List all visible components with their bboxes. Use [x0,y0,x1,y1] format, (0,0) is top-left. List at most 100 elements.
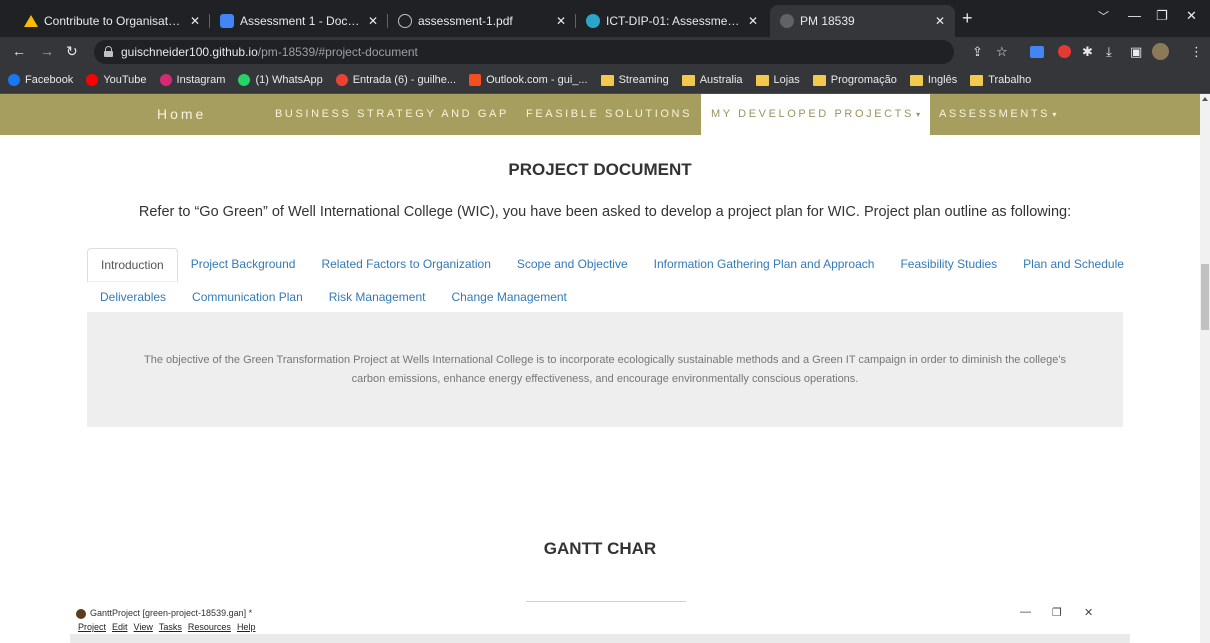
site-icon [586,14,600,28]
avatar[interactable] [1152,43,1169,60]
tab-information-gathering-plan-and-approach[interactable]: Information Gathering Plan and Approach [641,248,888,280]
bookmark-item[interactable]: YouTube [86,74,147,86]
nav-my-developed-projects[interactable]: MY DEVELOPED PROJECTS ▾ [701,94,931,135]
bookmark-item[interactable]: Progromação [812,74,897,86]
minimize-icon[interactable]: — [1128,8,1141,23]
bookmark-item[interactable]: Entrada (6) - guilhe... [335,74,456,86]
gantt-menu-item: Project [78,622,106,632]
tab-feasibility-studies[interactable]: Feasibility Studies [887,248,1010,280]
browser-tab-4[interactable]: ICT-DIP-01: Assessment Templat ✕ [576,5,768,37]
nav-assessments[interactable]: ASSESSMENTS ▾ [939,94,1056,135]
instagram-icon [159,74,172,86]
folder-icon [681,74,695,86]
tab-risk-management[interactable]: Risk Management [316,281,439,313]
github-icon [780,14,794,28]
restore-icon: ❐ [1052,607,1062,619]
bookmark-label: Instagram [176,74,226,86]
bookmark-label: Inglês [927,74,958,86]
whatsapp-icon [238,74,251,86]
translate-extension-icon[interactable] [1030,46,1044,58]
nav-home[interactable]: Home [157,94,206,135]
browser-tab-3[interactable]: assessment-1.pdf ✕ [388,5,576,37]
share-icon[interactable]: ⇪ [972,44,983,60]
caret-down-icon: ▾ [1050,110,1057,119]
nav-label: ASSESSMENTS [939,108,1051,120]
close-icon: ✕ [1084,607,1094,619]
browser-tab-title: PM 18539 [800,14,855,28]
intro-paragraph: Refer to “Go Green” of Well Internationa… [138,204,1072,220]
tabs-row-1: Introduction Project Background Related Fa… [87,248,1137,282]
browser-tab-1[interactable]: Contribute to Organisational Pri ✕ [14,5,210,37]
nav-business-strategy[interactable]: BUSINESS STRATEGY AND GAP [275,94,509,135]
close-icon[interactable]: ✕ [748,14,758,28]
folder-icon [755,74,769,86]
back-arrow-icon[interactable]: ← [12,43,26,59]
address-bar[interactable]: guischneider100.github.io/pm-18539/#proj… [94,40,954,64]
gantt-menu-item: Resources [188,622,231,632]
bookmark-label: Facebook [25,74,74,86]
caret-down-icon: ▾ [913,110,921,119]
side-panel-icon[interactable]: ▣ [1130,44,1142,60]
scrollbar-thumb[interactable] [1201,264,1209,330]
bookmark-item[interactable]: Streaming [600,74,669,86]
close-window-icon[interactable]: ✕ [1186,8,1197,24]
bookmark-label: Australia [699,74,743,86]
gantt-menu-bar: Project Edit View Tasks Resources Help [78,622,261,632]
extensions-puzzle-icon[interactable]: ✱ [1082,44,1093,60]
adblock-extension-icon[interactable] [1058,45,1071,58]
browser-tab-2[interactable]: Assessment 1 - Documentos Go ✕ [210,5,388,37]
bookmarks-bar: Facebook YouTube Instagram (1) WhatsApp Entr… [0,67,1210,94]
page-scrollbar[interactable] [1200,94,1210,643]
tab-communication-plan[interactable]: Communication Plan [179,281,316,313]
gantt-menu-item: Help [237,622,256,632]
tab-introduction[interactable]: Introduction [87,248,178,282]
bookmark-item[interactable]: Facebook [8,74,73,86]
close-icon[interactable]: ✕ [556,14,566,28]
chevron-down-icon[interactable]: ﹀ [1098,8,1109,24]
bookmark-item[interactable]: Instagram [159,74,226,86]
kebab-menu-icon[interactable]: ⋮ [1190,44,1203,60]
browser-tab-active[interactable]: PM 18539 ✕ [770,5,955,37]
tab-related-factors-to-organization[interactable]: Related Factors to Organization [308,248,503,280]
nav-label: MY DEVELOPED PROJECTS [711,108,914,120]
panel-text: The objective of the Green Transformatio… [144,353,1066,385]
folder-icon [812,74,826,86]
new-tab-plus-icon[interactable]: + [962,9,973,27]
bookmark-label: (1) WhatsApp [255,74,323,86]
bookmark-item[interactable]: Outlook.com - gui_... [469,74,588,86]
bookmark-item[interactable]: (1) WhatsApp [238,74,323,86]
nav-feasible-solutions[interactable]: FEASIBLE SOLUTIONS [526,94,692,135]
url-text: guischneider100.github.io/pm-18539/#proj… [121,45,418,59]
folder-icon [600,74,614,86]
tab-project-background[interactable]: Project Background [178,248,309,280]
bookmark-label: Streaming [618,74,669,86]
tab-change-management[interactable]: Change Management [438,281,579,313]
star-icon[interactable]: ☆ [996,44,1008,60]
scroll-up-arrow-icon[interactable] [1202,97,1208,101]
drive-icon [24,15,38,27]
gantt-menu-label: Edit [112,622,128,632]
gantt-menu-label: Resources [187,622,231,632]
tab-deliverables[interactable]: Deliverables [87,281,179,313]
bookmark-item[interactable]: Australia [681,74,743,86]
bookmark-label: Trabalho [988,74,1032,86]
forward-arrow-icon[interactable]: → [40,43,54,59]
close-icon[interactable]: ✕ [935,14,945,28]
facebook-icon [8,74,20,86]
bookmark-item[interactable]: Inglês [909,74,958,86]
restore-icon[interactable]: ❐ [1156,8,1168,24]
bookmark-item[interactable]: Lojas [755,74,800,86]
globe-icon [398,14,412,28]
bookmark-label: Outlook.com - gui_... [486,74,588,86]
gmail-icon [335,74,348,86]
close-icon[interactable]: ✕ [190,14,200,28]
reload-icon[interactable]: ↻ [66,43,78,60]
tab-plan-and-schedule[interactable]: Plan and Schedule [1010,248,1137,280]
gantt-menu-label: View [133,622,153,632]
gantt-menu-label: Tasks [158,622,182,632]
bookmark-item[interactable]: Trabalho [970,74,1031,86]
close-icon[interactable]: ✕ [368,14,378,28]
tab-scope-and-objective[interactable]: Scope and Objective [504,248,641,280]
download-icon[interactable]: ⤓ [1106,44,1112,60]
browser-tab-title: Assessment 1 - Documentos Go [240,14,360,28]
